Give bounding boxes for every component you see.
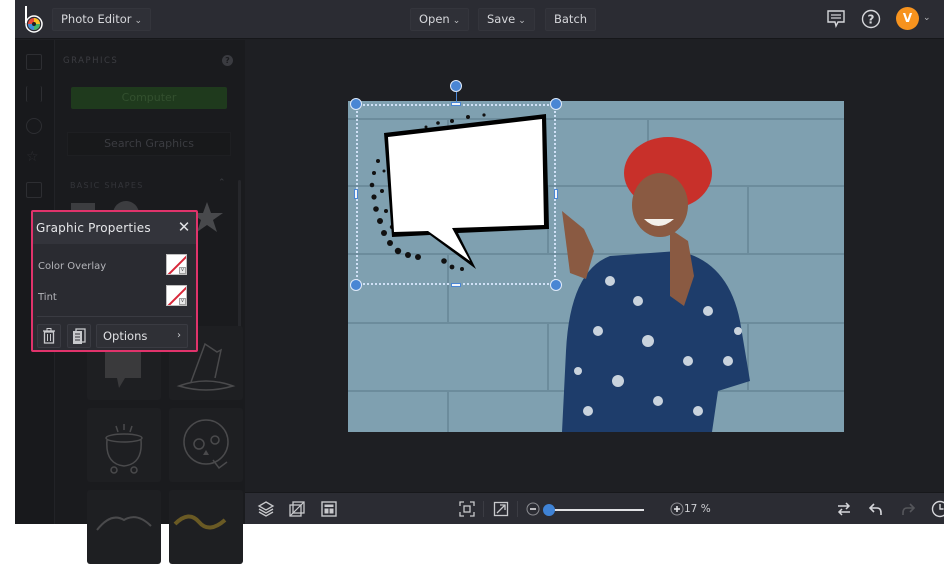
chevron-up-icon[interactable]: ⌃ [218, 178, 226, 188]
computer-upload-button[interactable]: Computer [71, 87, 227, 109]
app-menu-button[interactable]: Photo Editor⌄ [52, 8, 151, 31]
panel-title: GRAPHICS [63, 56, 118, 66]
dropdown-icon: v [179, 298, 186, 305]
duplicate-button[interactable] [67, 324, 91, 348]
save-label: Save [487, 12, 515, 26]
resize-handle-top-right[interactable] [550, 98, 562, 110]
divider [37, 316, 192, 317]
graphic-properties-popup: Graphic Properties ✕ Color Overlay v Tin… [31, 210, 198, 352]
color-overlay-swatch[interactable]: v [166, 254, 187, 275]
zoom-level: 17 % [684, 503, 711, 515]
redo-icon[interactable] [900, 501, 916, 517]
chevron-right-icon: › [177, 325, 181, 347]
resize-handle-left[interactable] [354, 189, 358, 199]
crop-canvas-icon[interactable] [288, 500, 306, 518]
snake-graphic[interactable] [169, 490, 243, 564]
chat-icon[interactable] [826, 9, 846, 28]
skull-icon [169, 408, 243, 482]
open-label: Open [419, 12, 450, 26]
resize-handle-bottom-right[interactable] [550, 279, 562, 291]
adjustments-icon[interactable] [26, 86, 42, 102]
image-icon[interactable] [26, 54, 42, 70]
popup-title: Graphic Properties [36, 221, 151, 235]
popup-header: Graphic Properties ✕ [33, 212, 196, 244]
logo-icon[interactable] [23, 5, 45, 33]
basic-shapes-heading: BASIC SHAPES [70, 181, 144, 190]
cauldron-graphic[interactable] [87, 408, 161, 482]
tint-swatch[interactable]: v [166, 285, 187, 306]
layers-icon[interactable] [257, 500, 275, 518]
search-graphics-input[interactable]: Search Graphics [67, 132, 231, 156]
help-icon[interactable]: ? [861, 9, 881, 29]
zoom-slider-handle[interactable] [543, 504, 555, 516]
avatar[interactable]: V [896, 7, 919, 30]
texture-icon[interactable] [26, 182, 42, 198]
help-icon[interactable]: ? [222, 55, 233, 66]
save-button[interactable]: Save⌄ [478, 8, 535, 31]
selection-box[interactable] [356, 104, 556, 285]
close-icon[interactable]: ✕ [175, 218, 193, 236]
chevron-down-icon: ⌄ [453, 16, 461, 26]
separator [483, 501, 484, 517]
batch-label: Batch [554, 12, 587, 26]
chevron-down-icon[interactable]: ⌄ [923, 13, 931, 23]
separator [517, 501, 518, 517]
options-label: Options [103, 329, 147, 343]
trash-icon [38, 325, 60, 347]
layout-icon[interactable] [320, 500, 338, 518]
svg-text:?: ? [868, 13, 875, 27]
resize-handle-top-left[interactable] [350, 98, 362, 110]
actual-size-icon[interactable] [493, 501, 509, 517]
options-button[interactable]: Options › [96, 324, 188, 348]
rotate-handle[interactable] [450, 80, 462, 92]
batch-button[interactable]: Batch [545, 8, 596, 31]
duplicate-icon [68, 325, 90, 347]
delete-button[interactable] [37, 324, 61, 348]
chevron-down-icon: ⌄ [518, 16, 526, 26]
history-icon[interactable] [931, 500, 944, 518]
zoom-slider-track[interactable] [544, 509, 644, 511]
top-bar: Photo Editor⌄ Open⌄ Save⌄ Batch ? V ⌄ [15, 0, 944, 39]
zoom-out-icon[interactable] [526, 502, 540, 516]
zoom-in-icon[interactable] [670, 502, 684, 516]
skull-graphic[interactable] [169, 408, 243, 482]
resize-handle-bottom[interactable] [451, 283, 461, 287]
eye-icon[interactable] [26, 118, 42, 134]
resize-handle-top[interactable] [451, 102, 461, 106]
chevron-down-icon: ⌄ [135, 16, 143, 26]
cauldron-icon [87, 408, 161, 482]
snake-icon [169, 490, 243, 564]
color-overlay-label: Color Overlay [38, 261, 106, 272]
open-button[interactable]: Open⌄ [410, 8, 469, 31]
bottom-toolbar: 17 % [245, 492, 944, 524]
app-menu-label: Photo Editor [61, 12, 132, 26]
photo-editor-app: Photo Editor⌄ Open⌄ Save⌄ Batch ? V ⌄ ☆ [15, 0, 944, 524]
bat-icon [87, 490, 161, 564]
resize-handle-right[interactable] [554, 189, 558, 199]
fit-screen-icon[interactable] [459, 501, 475, 517]
resize-handle-bottom-left[interactable] [350, 279, 362, 291]
tint-label: Tint [38, 292, 57, 303]
bat-graphic[interactable] [87, 490, 161, 564]
flip-compare-icon[interactable] [836, 501, 852, 517]
dropdown-icon: v [179, 267, 186, 274]
star-icon[interactable]: ☆ [26, 150, 42, 166]
undo-icon[interactable] [868, 501, 884, 517]
